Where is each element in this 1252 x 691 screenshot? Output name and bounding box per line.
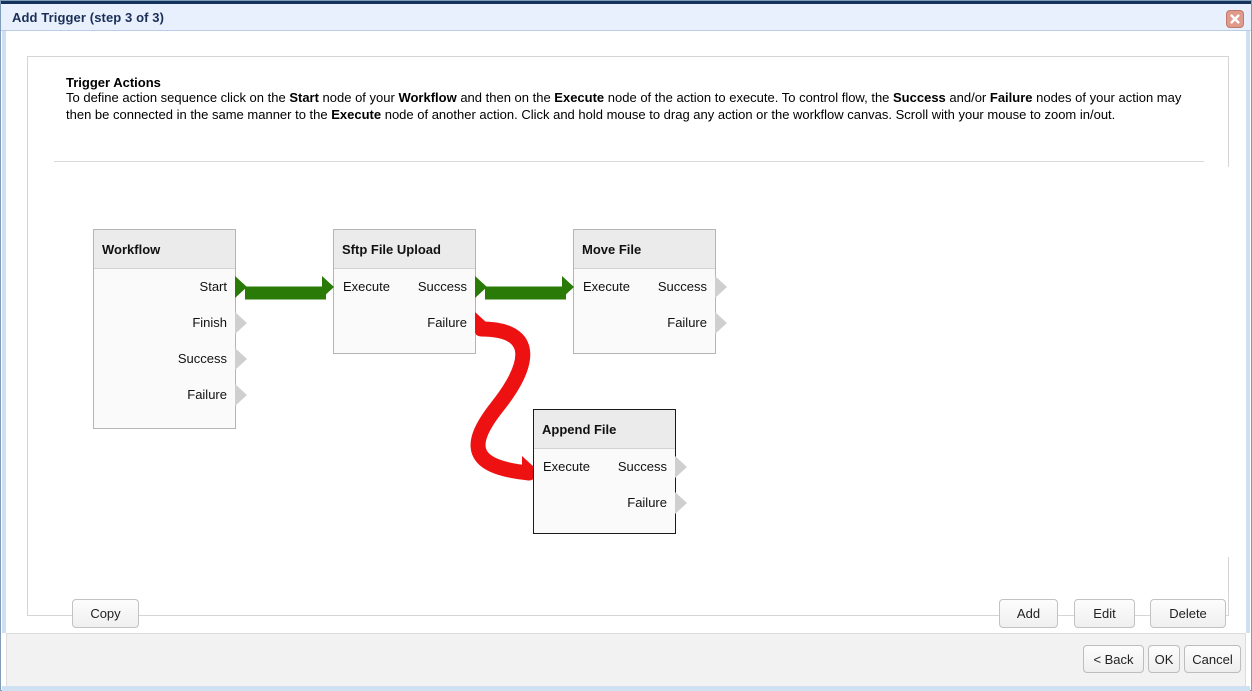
port-label-failure: Failure [427, 315, 467, 330]
port-row[interactable]: Failure [574, 305, 727, 341]
port-row[interactable]: Finish [94, 305, 247, 341]
port-label-failure: Failure [627, 495, 667, 510]
node-workflow[interactable]: Workflow Start Finish Success Failure [93, 229, 247, 429]
add-button[interactable]: Add [999, 599, 1058, 628]
edit-button[interactable]: Edit [1074, 599, 1135, 628]
node-ports: Execute Success Failure [322, 269, 487, 341]
port-connector-execute-icon[interactable] [322, 276, 334, 298]
port-connector-start-icon[interactable] [235, 276, 247, 298]
node-title: Move File [574, 230, 715, 269]
dialog-body: Trigger Actions To define action sequenc… [2, 31, 1250, 633]
section-divider [54, 161, 1204, 162]
port-connector-failure-icon[interactable] [475, 312, 487, 334]
node-move-file[interactable]: Move File Execute Success Failure [562, 229, 727, 354]
port-connector-success-icon[interactable] [715, 276, 727, 298]
port-label-success: Success [177, 351, 227, 366]
dialog-titlebar: Add Trigger (step 3 of 3) [1, 1, 1251, 31]
port-label-failure: Failure [667, 315, 707, 330]
port-row[interactable]: Failure [534, 485, 687, 521]
add-trigger-dialog: Add Trigger (step 3 of 3) Trigger Action… [0, 0, 1252, 691]
port-row[interactable]: Execute Success [522, 449, 687, 485]
close-icon[interactable] [1226, 10, 1244, 28]
port-label-start: Start [199, 279, 227, 294]
node-ports: Start Finish Success Failure [94, 269, 247, 413]
node-ports: Execute Success Failure [562, 269, 727, 341]
back-button[interactable]: < Back [1083, 645, 1144, 673]
workflow-canvas[interactable]: Workflow Start Finish Success Failure Sf… [29, 167, 1229, 557]
delete-button[interactable]: Delete [1150, 599, 1226, 628]
port-connector-success-icon[interactable] [475, 276, 487, 298]
port-label-success: Success [417, 279, 467, 294]
port-label-success: Success [617, 459, 667, 474]
cancel-button[interactable]: Cancel [1184, 645, 1241, 673]
node-title: Append File [534, 410, 675, 449]
node-ports: Execute Success Failure [522, 449, 687, 521]
section-description: To define action sequence click on the S… [66, 90, 1182, 122]
copy-button[interactable]: Copy [72, 599, 139, 628]
port-connector-failure-icon[interactable] [715, 312, 727, 334]
node-sftp-file-upload[interactable]: Sftp File Upload Execute Success Failure [322, 229, 487, 354]
port-row[interactable]: Start [94, 269, 247, 305]
port-label-finish: Finish [192, 315, 227, 330]
port-connector-failure-icon[interactable] [235, 384, 247, 406]
node-title: Workflow [94, 230, 235, 269]
port-label-success: Success [657, 279, 707, 294]
port-connector-execute-icon[interactable] [522, 456, 534, 478]
trigger-actions-panel: Trigger Actions To define action sequenc… [27, 56, 1229, 628]
ok-button[interactable]: OK [1148, 645, 1180, 673]
dialog-footer: < Back OK Cancel [6, 633, 1246, 686]
port-row[interactable]: Success [94, 341, 247, 377]
port-row[interactable]: Execute Success [322, 269, 487, 305]
port-label-failure: Failure [187, 387, 227, 402]
port-connector-success-icon[interactable] [235, 348, 247, 370]
port-row[interactable]: Failure [334, 305, 487, 341]
port-label-execute: Execute [343, 279, 390, 294]
node-append-file[interactable]: Append File Execute Success Failure [522, 409, 687, 534]
node-title: Sftp File Upload [334, 230, 475, 269]
port-label-execute: Execute [543, 459, 590, 474]
port-row[interactable]: Failure [94, 377, 247, 413]
port-row[interactable]: Execute Success [562, 269, 727, 305]
port-connector-execute-icon[interactable] [562, 276, 574, 298]
port-connector-failure-icon[interactable] [675, 492, 687, 514]
port-connector-finish-icon[interactable] [235, 312, 247, 334]
port-connector-success-icon[interactable] [675, 456, 687, 478]
port-label-execute: Execute [583, 279, 630, 294]
dialog-bottom-edge [2, 686, 1250, 691]
dialog-title: Add Trigger (step 3 of 3) [12, 10, 165, 25]
page-title: Trigger Actions [66, 75, 161, 90]
